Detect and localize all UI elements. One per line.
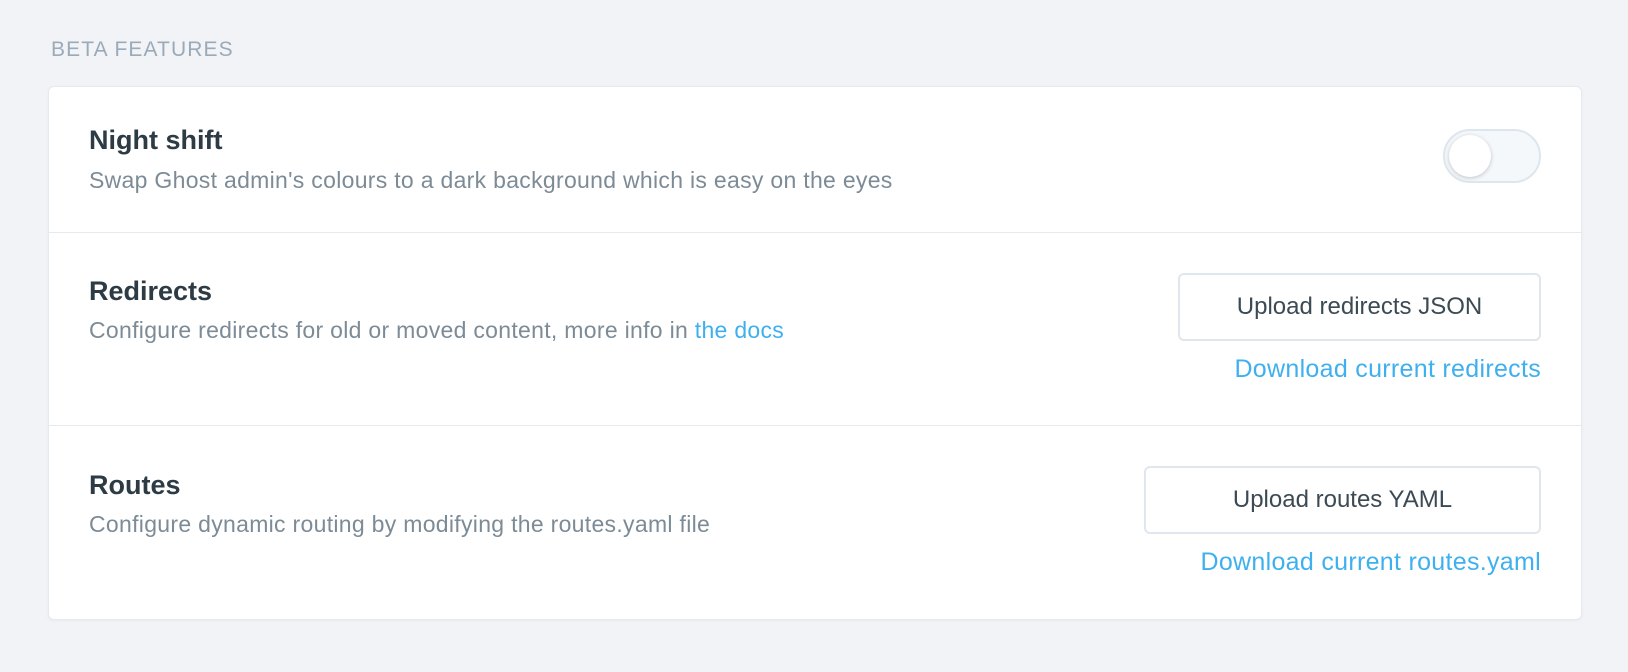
night-shift-row: Night shift Swap Ghost admin's colours t… xyxy=(49,87,1581,233)
night-shift-description: Swap Ghost admin's colours to a dark bac… xyxy=(89,167,893,193)
beta-features-panel: Night shift Swap Ghost admin's colours t… xyxy=(48,86,1582,620)
night-shift-toggle[interactable] xyxy=(1443,129,1541,183)
redirects-description-text: Configure redirects for old or moved con… xyxy=(89,317,695,343)
routes-actions: Upload routes YAML Download current rout… xyxy=(1144,466,1541,577)
routes-row: Routes Configure dynamic routing by modi… xyxy=(49,426,1581,621)
routes-title: Routes xyxy=(89,470,181,500)
toggle-knob xyxy=(1449,135,1491,177)
night-shift-title: Night shift xyxy=(89,125,223,155)
upload-routes-button[interactable]: Upload routes YAML xyxy=(1144,466,1541,534)
redirects-description: Configure redirects for old or moved con… xyxy=(89,317,784,344)
upload-redirects-button[interactable]: Upload redirects JSON xyxy=(1178,273,1541,341)
section-title: Beta features xyxy=(51,38,234,61)
routes-description: Configure dynamic routing by modifying t… xyxy=(89,511,711,537)
redirects-actions: Upload redirects JSON Download current r… xyxy=(1178,273,1541,384)
download-redirects-link[interactable]: Download current redirects xyxy=(1178,355,1541,384)
redirects-title: Redirects xyxy=(89,276,213,306)
download-routes-link[interactable]: Download current routes.yaml xyxy=(1144,548,1541,577)
docs-link[interactable]: the docs xyxy=(695,317,784,343)
redirects-row: Redirects Configure redirects for old or… xyxy=(49,233,1581,426)
